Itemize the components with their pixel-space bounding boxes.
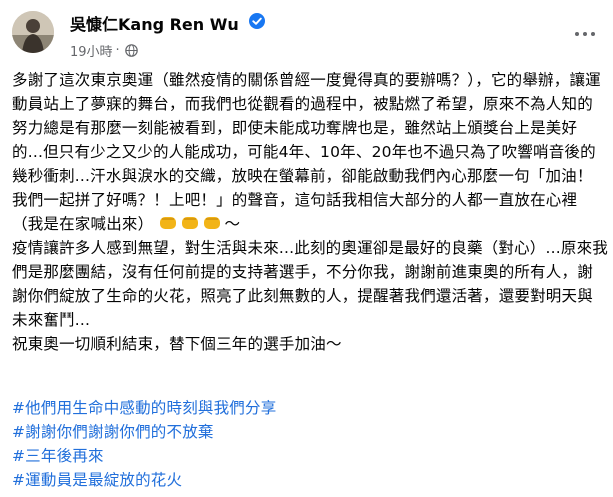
globe-icon[interactable] xyxy=(124,44,138,57)
hashtag-link[interactable]: #三年後再來 xyxy=(12,444,602,468)
author-name[interactable]: 吳慷仁Kang Ren Wu xyxy=(70,11,239,35)
meta-separator: · xyxy=(115,43,120,58)
avatar-photo xyxy=(12,11,54,53)
hashtag-link[interactable]: #他們用生命中感動的時刻與我們分享 xyxy=(12,396,602,420)
fist-emoji-icon xyxy=(182,217,199,229)
hashtag-list: #他們用生命中感動的時刻與我們分享 #謝謝你們謝謝你們的不放棄 #三年後再來 #… xyxy=(12,396,602,492)
post-meta: 19小時 · xyxy=(70,41,138,60)
post-timestamp[interactable]: 19小時 xyxy=(70,41,113,60)
author-avatar[interactable] xyxy=(12,11,54,53)
fist-emoji-icon xyxy=(160,217,177,229)
more-options-icon[interactable] xyxy=(567,22,603,46)
hashtag-link[interactable]: #謝謝你們謝謝你們的不放棄 xyxy=(12,420,602,444)
fist-emoji-icon xyxy=(204,217,221,229)
paragraph-1-text: 多謝了這次東京奧運（雖然疫情的關係曾經一度覺得真的要辦嗎？），它的舉辦，讓運動員… xyxy=(12,71,601,233)
post-paragraph-1: 多謝了這次東京奧運（雖然疫情的關係曾經一度覺得真的要辦嗎？），它的舉辦，讓運動員… xyxy=(12,68,608,236)
hashtag-link[interactable]: #運動員是最綻放的花火 xyxy=(12,468,602,492)
paragraph-1-tail: ～ xyxy=(224,215,241,233)
post-paragraph-3: 祝東奧一切順利結束，替下個三年的選手加油～ xyxy=(12,335,342,353)
fist-emoji-group xyxy=(153,215,224,233)
verified-badge-icon xyxy=(249,13,265,29)
post-paragraph-2: 疫情讓許多人感到無望，對生活與未來...此刻的奧運卻是最好的良藥（對心）...原… xyxy=(12,239,608,329)
post-body: 多謝了這次東京奧運（雖然疫情的關係曾經一度覺得真的要辦嗎？），它的舉辦，讓運動員… xyxy=(12,68,608,356)
post-header: 吳慷仁Kang Ren Wu 19小時 · xyxy=(0,0,613,66)
